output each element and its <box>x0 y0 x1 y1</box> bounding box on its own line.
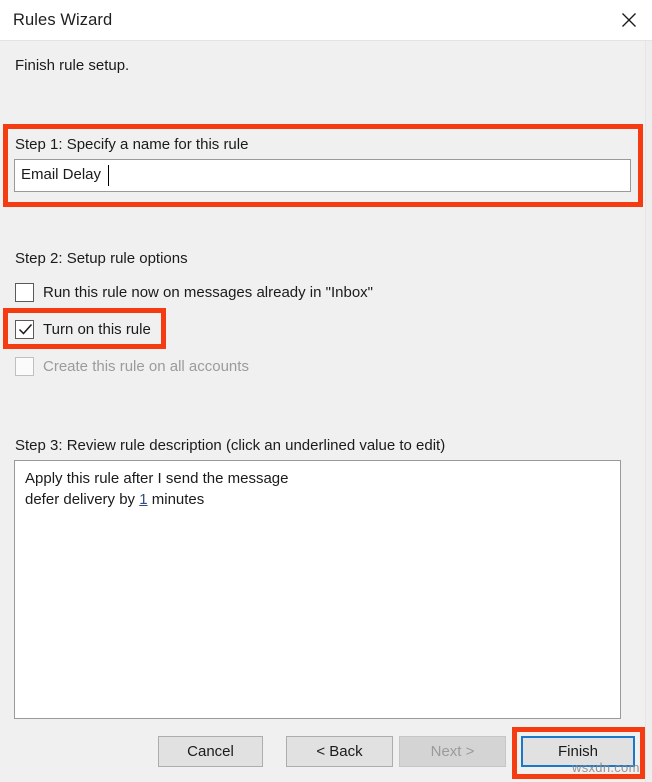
watermark: wsxdn.com <box>572 760 640 775</box>
checkbox-turn-on-rule[interactable] <box>15 319 34 339</box>
option-label: Create this rule on all accounts <box>43 357 249 375</box>
checkbox-run-rule-now[interactable] <box>15 282 34 302</box>
rule-name-input[interactable]: Email Delay <box>14 159 631 192</box>
close-icon <box>622 13 636 27</box>
cancel-button[interactable]: Cancel <box>158 736 263 767</box>
rules-wizard-dialog: Rules Wizard Finish rule setup. Step 1: … <box>0 0 652 782</box>
checkmark-icon <box>18 323 33 335</box>
description-text: minutes <box>147 491 205 508</box>
title-bar: Rules Wizard <box>0 0 652 41</box>
option-label: Turn on this rule <box>43 320 151 338</box>
step3-label: Step 3: Review rule description (click a… <box>15 437 446 454</box>
checkbox-create-on-all-accounts <box>15 356 34 376</box>
option-turn-on-rule[interactable]: Turn on this rule <box>15 318 151 340</box>
step1-label: Step 1: Specify a name for this rule <box>15 136 249 153</box>
option-run-rule-now[interactable]: Run this rule now on messages already in… <box>15 281 373 303</box>
option-create-on-all-accounts: Create this rule on all accounts <box>15 355 249 377</box>
step2-label: Step 2: Setup rule options <box>15 250 188 267</box>
next-button: Next > <box>399 736 506 767</box>
option-label: Run this rule now on messages already in… <box>43 283 373 301</box>
description-text: defer delivery by <box>25 491 140 508</box>
description-text: Apply this rule after I send the message <box>25 470 289 487</box>
text-caret <box>108 165 109 186</box>
window-title: Rules Wizard <box>13 11 113 29</box>
window-right-edge <box>645 41 652 782</box>
page-subtitle: Finish rule setup. <box>15 57 130 74</box>
rule-description-box[interactable]: Apply this rule after I send the message… <box>14 460 621 719</box>
description-line: Apply this rule after I send the message <box>25 470 288 487</box>
rule-name-value: Email Delay <box>21 166 102 183</box>
back-button[interactable]: < Back <box>286 736 393 767</box>
close-button[interactable] <box>606 0 652 40</box>
description-line: defer delivery by 1 minutes <box>25 491 204 508</box>
defer-minutes-link[interactable]: 1 <box>139 491 147 508</box>
